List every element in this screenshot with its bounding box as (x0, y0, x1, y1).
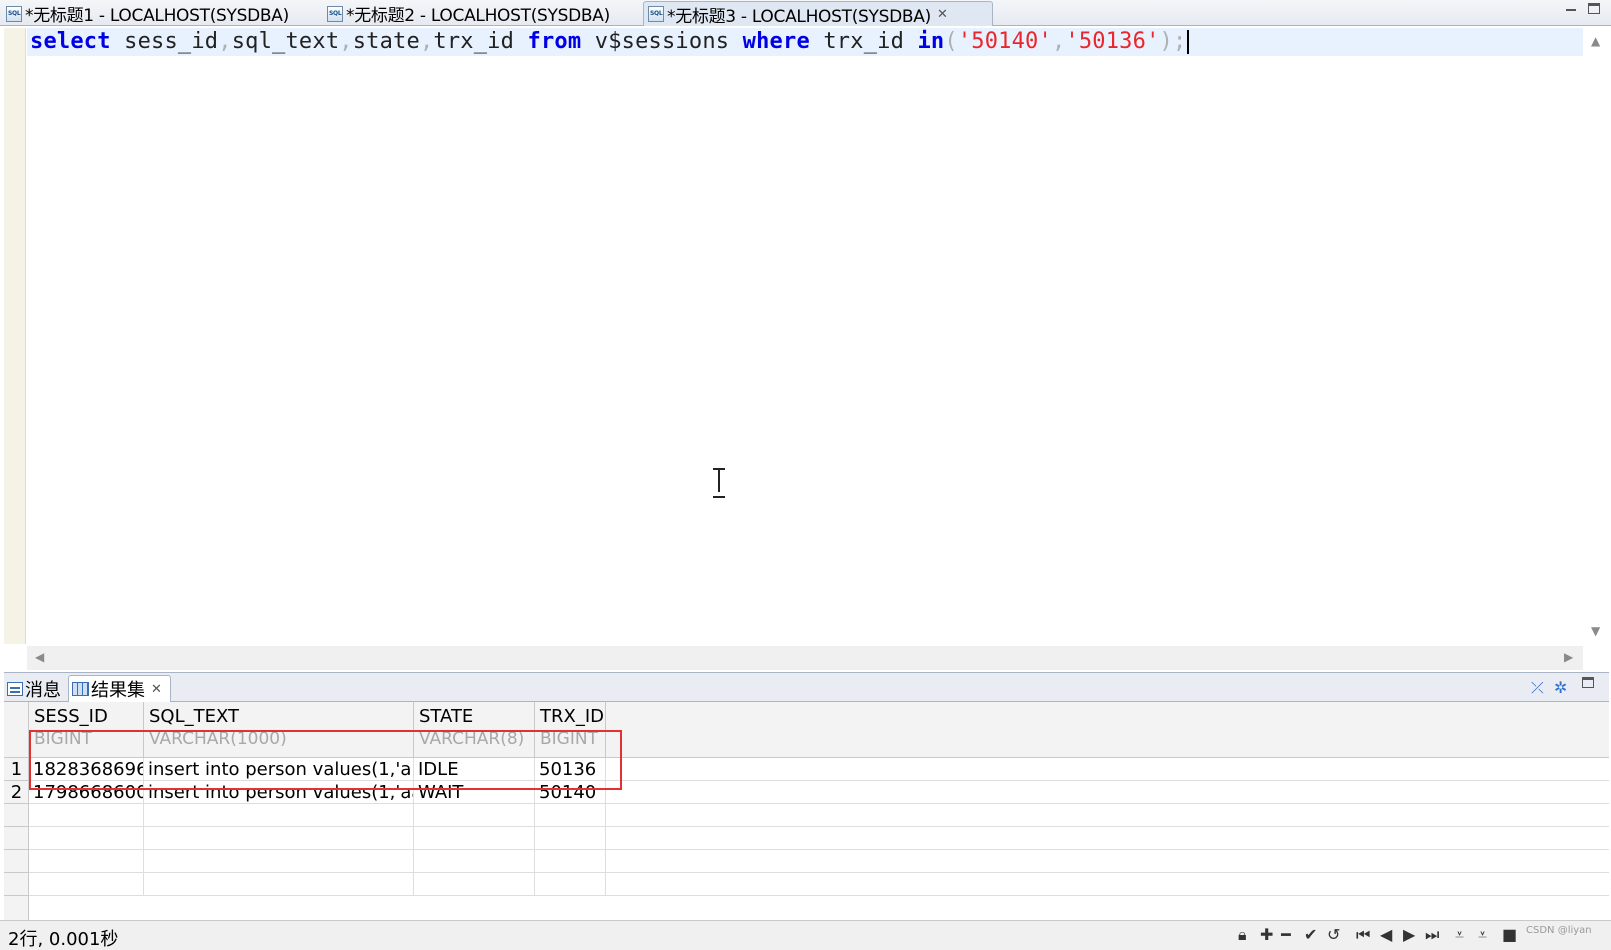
empty-row (29, 804, 1609, 827)
editor-tab-label: *无标题1 - LOCALHOST(SYSDBA) (25, 6, 289, 26)
close-icon[interactable]: ✕ (151, 682, 162, 697)
row-number[interactable]: 1 (4, 758, 29, 781)
ibeam-cursor-icon (712, 468, 726, 498)
sql-punctuation: , (339, 29, 353, 54)
row-number-empty (4, 804, 29, 827)
close-icon[interactable]: ✕ (937, 7, 948, 22)
column-name: STATE (419, 706, 474, 727)
row-count-status: 2行, 0.001秒 (8, 929, 119, 950)
sql-identifier: trx_id (433, 29, 515, 54)
pin-icon[interactable]: ✲ (1554, 678, 1567, 697)
tab-result-set[interactable]: 结果集 ✕ (68, 675, 171, 702)
sql-identifier: sql_text (231, 29, 340, 54)
collapse-icon[interactable]: ⤫ (1531, 678, 1544, 698)
sql-editor[interactable]: select sess_id,sql_text,state,trx_id fro… (27, 28, 1583, 644)
commit-icon[interactable]: ✔ (1304, 927, 1317, 943)
revert-icon[interactable]: ↺ (1327, 927, 1340, 943)
empty-row (29, 827, 1609, 850)
editor-tab-bar: *无标题1 - LOCALHOST(SYSDBA) *无标题2 - LOCALH… (0, 0, 1611, 27)
sql-identifier: state (352, 29, 420, 54)
sql-keyword: select (30, 29, 111, 54)
row-number-empty (4, 850, 29, 873)
sql-keyword: from (527, 29, 582, 54)
annotation-highlight-box (29, 730, 622, 790)
editor-tab-label: *无标题2 - LOCALHOST(SYSDBA) (346, 6, 610, 26)
row-number-empty (4, 873, 29, 896)
sql-punctuation: ( (944, 29, 958, 54)
editor-gutter (4, 28, 26, 644)
sql-file-icon (327, 5, 343, 22)
scroll-down-icon[interactable]: ▼ (1591, 624, 1600, 638)
horizontal-scrollbar[interactable]: ◀ ▶ (27, 646, 1583, 670)
column-name: SESS_ID (34, 706, 108, 727)
scroll-left-icon[interactable]: ◀ (35, 650, 44, 664)
tab-result-set-label: 结果集 (91, 680, 145, 701)
empty-row (29, 873, 1609, 896)
editor-tab-untitled3[interactable]: *无标题3 - LOCALHOST(SYSDBA) ✕ (643, 1, 993, 27)
scroll-up-icon[interactable]: ▲ (1591, 34, 1600, 48)
sql-identifier: v$sessions (594, 29, 730, 54)
empty-row (29, 850, 1609, 873)
add-row-icon[interactable]: ✚ (1260, 927, 1273, 943)
previous-page-icon[interactable]: ◀ (1380, 927, 1392, 943)
sql-punctuation: , (1051, 29, 1066, 54)
row-number-empty (4, 827, 29, 850)
minimize-icon[interactable] (1564, 3, 1578, 15)
status-bar: 2行, 0.001秒 🔒︎ ✚ ━ ✔ ↺ ⏮ ◀ ▶ ⏭ ⩡ ⩡ ■ CSDN… (0, 920, 1611, 950)
next-page-icon[interactable]: ▶ (1403, 927, 1415, 943)
fetch-all-icon[interactable]: ⩡ (1478, 927, 1487, 943)
sql-file-icon (6, 5, 22, 22)
text-caret (1187, 30, 1190, 54)
row-number[interactable]: 2 (4, 781, 29, 804)
vertical-scrollbar[interactable]: ▲ ▼ (1583, 28, 1609, 644)
editor-tab-label: *无标题3 - LOCALHOST(SYSDBA) (667, 6, 931, 27)
column-name: SQL_TEXT (149, 706, 239, 727)
lock-icon[interactable]: 🔒︎ (1238, 927, 1247, 943)
row-number-column: 1 2 (4, 702, 29, 920)
sql-punctuation: , (419, 29, 434, 54)
sql-keyword: in (917, 29, 945, 54)
table-grid-icon (72, 682, 89, 696)
sql-punctuation: ); (1159, 29, 1187, 54)
last-page-icon[interactable]: ⏭ (1425, 927, 1439, 943)
delete-row-icon[interactable]: ━ (1281, 927, 1291, 943)
sql-identifier: sess_id (124, 29, 219, 54)
corner-cell[interactable] (4, 702, 29, 758)
fetch-next-icon[interactable]: ⩡ (1455, 927, 1464, 943)
sql-file-icon (648, 6, 664, 22)
sql-punctuation: , (218, 29, 232, 54)
first-page-icon[interactable]: ⏮ (1356, 927, 1370, 943)
result-tab-bar: 消息 结果集 ✕ ⤫ ✲ (4, 672, 1609, 702)
watermark: CSDN @liyan (1526, 925, 1592, 936)
maximize-icon[interactable] (1588, 3, 1600, 14)
message-icon (7, 681, 23, 696)
column-name: TRX_ID (540, 706, 605, 727)
tab-messages-label: 消息 (25, 679, 61, 701)
sql-keyword: where (742, 29, 810, 54)
stop-icon[interactable]: ■ (1502, 927, 1517, 943)
scroll-right-icon[interactable]: ▶ (1564, 650, 1573, 664)
sql-string: '50140' (957, 29, 1052, 54)
editor-tab-untitled1[interactable]: *无标题1 - LOCALHOST(SYSDBA) (2, 1, 320, 26)
sql-string: '50136' (1065, 29, 1160, 54)
editor-tab-untitled2[interactable]: *无标题2 - LOCALHOST(SYSDBA) (323, 1, 641, 26)
sql-statement[interactable]: select sess_id,sql_text,state,trx_id fro… (30, 29, 1190, 54)
tab-messages[interactable]: 消息 (4, 675, 61, 702)
maximize-icon[interactable] (1582, 677, 1594, 688)
sql-identifier: trx_id (823, 29, 905, 54)
